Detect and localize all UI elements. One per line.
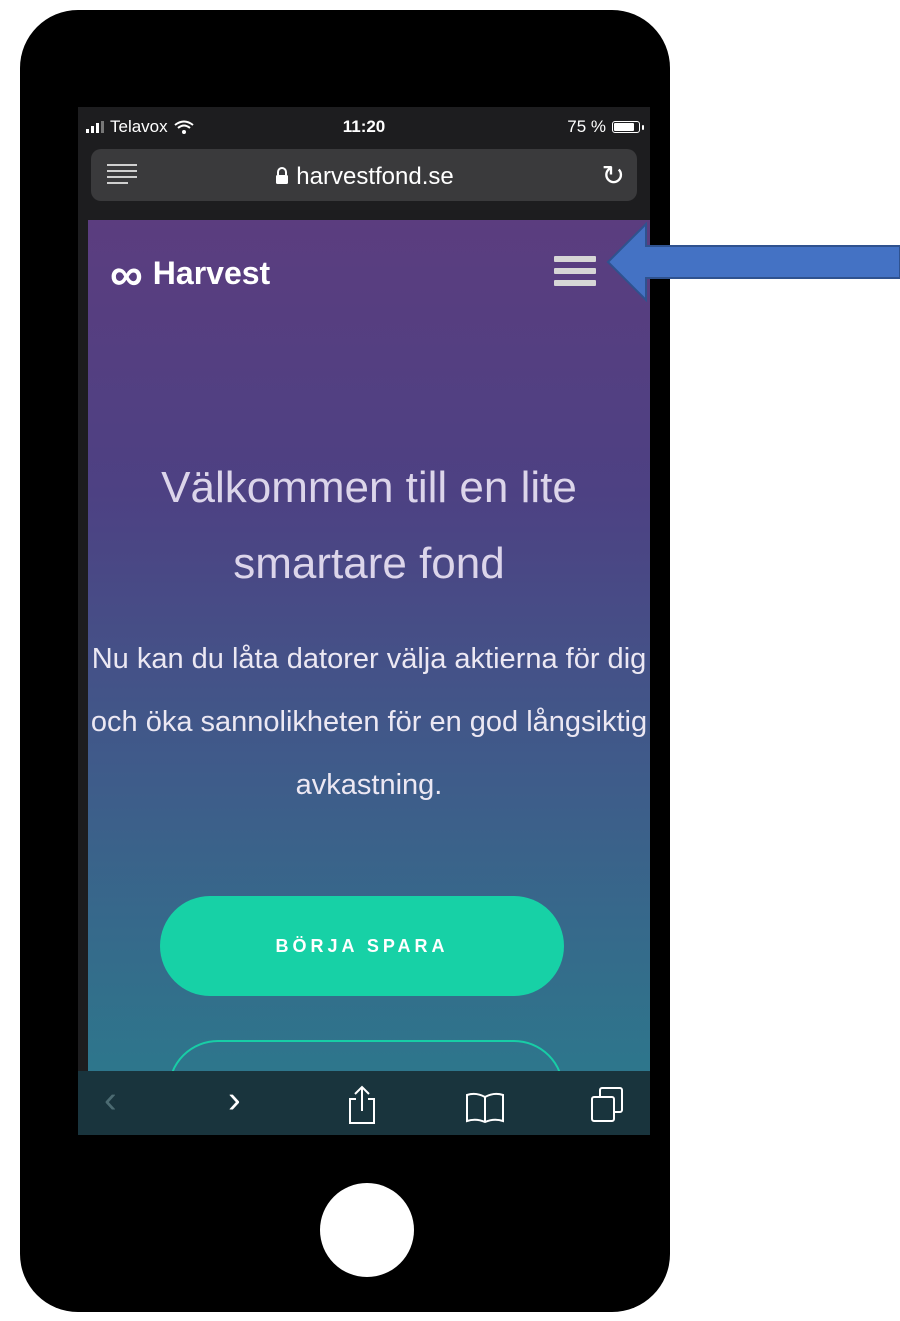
hero-title: Välkommen till en lite smartare fond <box>161 463 577 588</box>
hero-text: Nu kan du låta datorer välja aktierna fö… <box>90 643 648 801</box>
home-button[interactable] <box>320 1183 414 1277</box>
phone-screen: Telavox 11:20 75 % harvestfond.se ↻ ∞ Ha… <box>78 107 650 1135</box>
browser-toolbar: ‹ › <box>78 1071 650 1135</box>
url-text: harvestfond.se <box>296 163 454 190</box>
status-time: 11:20 <box>342 117 386 136</box>
battery-icon <box>612 121 644 133</box>
hamburger-menu-icon[interactable] <box>554 256 596 292</box>
url-display[interactable]: harvestfond.se <box>91 163 637 191</box>
phone-frame: Telavox 11:20 75 % harvestfond.se ↻ ∞ Ha… <box>20 10 670 1312</box>
reload-icon[interactable]: ↻ <box>602 159 625 192</box>
tabs-icon[interactable] <box>588 1085 626 1125</box>
infinity-logo-icon: ∞ <box>110 247 143 300</box>
back-icon[interactable]: ‹ <box>104 1079 117 1122</box>
lock-icon <box>276 167 289 184</box>
bookmarks-icon[interactable] <box>464 1091 506 1123</box>
share-icon[interactable] <box>346 1085 378 1125</box>
status-right: 75 % <box>567 117 644 137</box>
forward-icon[interactable]: › <box>228 1079 241 1122</box>
address-bar[interactable]: harvestfond.se ↻ <box>91 149 637 201</box>
annotation-arrow-icon <box>606 222 900 302</box>
web-page: ∞ Harvest Välkommen till en lite smartar… <box>88 220 650 1135</box>
battery-percent: 75 % <box>567 117 606 136</box>
brand-name: Harvest <box>152 255 271 291</box>
start-saving-button[interactable]: BÖRJA SPARA <box>160 896 564 996</box>
status-bar: Telavox 11:20 75 % <box>78 107 650 147</box>
brand-logo[interactable]: ∞ Harvest <box>110 247 271 300</box>
